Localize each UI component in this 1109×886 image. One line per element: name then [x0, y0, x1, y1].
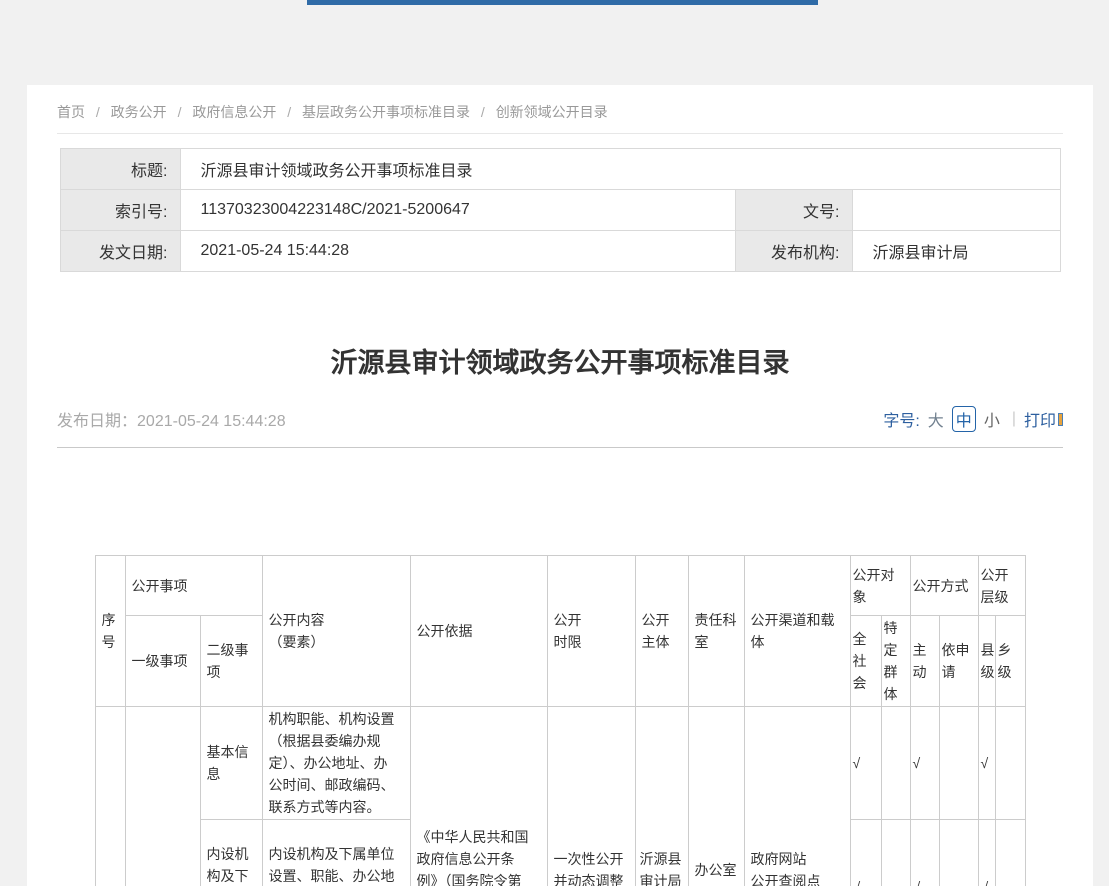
- header-gongkai-cengji: 公开 层级: [978, 556, 1025, 616]
- header-teding-qunti: 特 定 群 体: [881, 616, 910, 707]
- print-icon[interactable]: [1058, 413, 1063, 426]
- cell-yiji-shixiang: [125, 707, 200, 886]
- header-zeren-keshi: 责任科 室: [688, 556, 744, 707]
- publish-date-label: 发布日期：: [57, 413, 137, 430]
- document-info-table: 标题: 沂源县审计领域政务公开事项标准目录 索引号: 1137032300422…: [60, 148, 1061, 272]
- breadcrumb-item-zhengwu[interactable]: 政务公开: [111, 104, 167, 120]
- cell-check-quanshehui: √: [850, 707, 881, 820]
- info-title-label: 标题:: [60, 149, 180, 190]
- fontsize-label: 字号:: [883, 407, 919, 431]
- cell-check-quanshehui: √: [850, 820, 881, 886]
- table-header-row: 序 号 公开事项 公开内容 （要素） 公开依据 公开 时限 公开 主体 责任科 …: [95, 556, 1025, 616]
- breadcrumb-item-chuangxin[interactable]: 创新领域公开目录: [496, 104, 608, 120]
- header-gongkai-zhuti: 公开 主体: [635, 556, 688, 707]
- header-gongkai-neirong: 公开内容 （要素）: [262, 556, 410, 707]
- cell-check-yishenqing: [939, 707, 978, 820]
- header-yishenqing: 依申 请: [939, 616, 978, 707]
- cell-check-xianji: √: [978, 820, 995, 886]
- header-xiangji: 乡 级: [995, 616, 1025, 707]
- header-qudao-zaiti: 公开渠道和载 体: [744, 556, 850, 707]
- top-accent-bar: [307, 0, 818, 5]
- meta-divider: [57, 447, 1063, 448]
- info-index-value: 11370323004223148C/2021-5200647: [180, 190, 735, 231]
- cell-zeren-keshi: 办公室: [688, 707, 744, 886]
- cell-check-yishenqing: [939, 820, 978, 886]
- breadcrumb-divider: [57, 133, 1063, 134]
- breadcrumb-separator: /: [481, 104, 485, 120]
- cell-gongkai-neirong: 机构职能、机构设置 （根据县委编办规 定）、办公地址、办 公时间、邮政编码、 联…: [262, 707, 410, 820]
- cell-gongkai-neirong: 内设机构及下属单位 设置、职能、办公地 址、办公时间、联系 方式、负责人姓名等: [262, 820, 410, 886]
- header-gongkai-fangshi: 公开方式: [910, 556, 978, 616]
- table-row: 标题: 沂源县审计领域政务公开事项标准目录: [60, 149, 1060, 190]
- breadcrumb-item-home[interactable]: 首页: [57, 104, 85, 120]
- header-yiji-shixiang: 一级事项: [125, 616, 200, 707]
- cell-gongkai-zhuti: 沂源县 审计局: [635, 707, 688, 886]
- article-meta: 发布日期：2021-05-24 15:44:28 字号: 大 中 小 | 打印: [57, 406, 1063, 432]
- info-index-label: 索引号:: [60, 190, 180, 231]
- info-date-value: 2021-05-24 15:44:28: [180, 231, 735, 272]
- publish-date: 发布日期：2021-05-24 15:44:28: [57, 407, 286, 431]
- content-card: 首页 / 政务公开 / 政府信息公开 / 基层政务公开事项标准目录 / 创新领域…: [27, 85, 1093, 886]
- fontsize-large-button[interactable]: 大: [928, 407, 944, 431]
- cell-check-teding: [881, 820, 910, 886]
- cell-check-xiangji: [995, 820, 1025, 886]
- header-gongkai-duixiang: 公开对 象: [850, 556, 910, 616]
- header-gongkai-shixian: 公开 时限: [547, 556, 635, 707]
- breadcrumb-separator: /: [287, 104, 291, 120]
- table-row: 基本信 息 机构职能、机构设置 （根据县委编办规 定）、办公地址、办 公时间、邮…: [95, 707, 1025, 820]
- fontsize-small-button[interactable]: 小: [984, 407, 1000, 431]
- print-button[interactable]: 打印: [1024, 407, 1056, 431]
- info-title-value: 沂源县审计领域政务公开事项标准目录: [180, 149, 1060, 190]
- cell-check-xianji: √: [978, 707, 995, 820]
- info-org-value: 沂源县审计局: [852, 231, 1060, 272]
- table-row: 发文日期: 2021-05-24 15:44:28 发布机构: 沂源县审计局: [60, 231, 1060, 272]
- header-gongkai-shixiang: 公开事项: [125, 556, 262, 616]
- breadcrumb-item-xinxi[interactable]: 政府信息公开: [192, 104, 276, 120]
- cell-qudao-zaiti: 政府网站 公开查阅点: [744, 707, 850, 886]
- table-row: 索引号: 11370323004223148C/2021-5200647 文号:: [60, 190, 1060, 231]
- breadcrumb-separator: /: [96, 104, 100, 120]
- header-gongkai-yiju: 公开依据: [410, 556, 547, 707]
- info-docnum-label: 文号:: [735, 190, 852, 231]
- meta-separator: |: [1012, 410, 1016, 428]
- cell-erji-shixiang: 基本信 息: [200, 707, 262, 820]
- cell-gongkai-shixian: 一次性公开 并动态调整: [547, 707, 635, 886]
- header-xianji: 县 级: [978, 616, 995, 707]
- breadcrumb-separator: /: [178, 104, 182, 120]
- header-erji-shixiang: 二级事 项: [200, 616, 262, 707]
- breadcrumb: 首页 / 政务公开 / 政府信息公开 / 基层政务公开事项标准目录 / 创新领域…: [57, 85, 1063, 122]
- info-date-label: 发文日期:: [60, 231, 180, 272]
- header-zhudong: 主 动: [910, 616, 939, 707]
- header-quanshehui: 全社 会: [850, 616, 881, 707]
- breadcrumb-item-jiceng[interactable]: 基层政务公开事项标准目录: [302, 104, 470, 120]
- cell-xuhao: [95, 707, 125, 886]
- cell-check-xiangji: [995, 707, 1025, 820]
- fontsize-medium-button[interactable]: 中: [952, 406, 976, 432]
- publish-date-value: 2021-05-24 15:44:28: [137, 413, 286, 430]
- page-title: 沂源县审计领域政务公开事项标准目录: [57, 346, 1063, 380]
- cell-check-teding: [881, 707, 910, 820]
- cell-erji-shixiang: 内设机 构及下 属事业 单位: [200, 820, 262, 886]
- info-docnum-value: [852, 190, 1060, 231]
- cell-check-zhudong: √: [910, 820, 939, 886]
- header-xuhao: 序 号: [95, 556, 125, 707]
- cell-check-zhudong: √: [910, 707, 939, 820]
- catalog-table: 序 号 公开事项 公开内容 （要素） 公开依据 公开 时限 公开 主体 责任科 …: [95, 555, 1026, 886]
- cell-gongkai-yiju: 《中华人民共和国 政府信息公开条 例》（国务院令第 711号）: [410, 707, 547, 886]
- info-org-label: 发布机构:: [735, 231, 852, 272]
